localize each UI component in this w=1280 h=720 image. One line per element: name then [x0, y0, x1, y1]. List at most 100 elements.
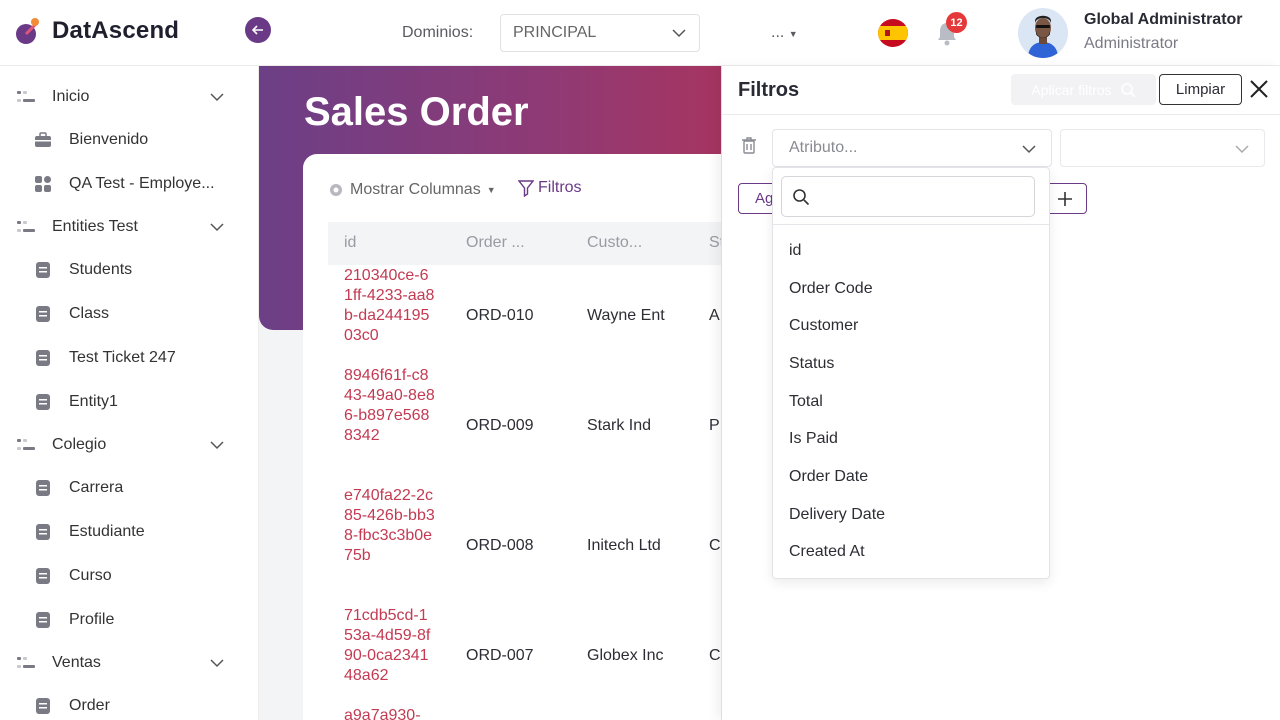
dropdown-option[interactable]: Customer — [789, 317, 858, 335]
row-status: A — [709, 307, 720, 324]
sidebar-item-label: Curso — [69, 567, 112, 584]
apply-filters-button[interactable]: Aplicar filtros — [1011, 74, 1156, 105]
show-columns-label: Mostrar Columnas — [350, 181, 481, 198]
sidebar-item-label: Carrera — [69, 479, 124, 496]
row-status: P — [709, 417, 720, 434]
chevron-down-icon — [1235, 145, 1249, 154]
sidebar-group-label: Colegio — [52, 436, 107, 453]
value-select[interactable] — [1060, 129, 1265, 167]
sidebar-item-label: Entity1 — [69, 393, 118, 410]
brand[interactable]: DatAscend — [14, 16, 179, 46]
collapse-sidebar-button[interactable] — [245, 17, 271, 43]
row-id-link[interactable]: 71cdb5cd-153a-4d59-8f90-0ca234148a62 — [344, 606, 436, 686]
column-header-id[interactable]: id — [344, 234, 356, 252]
row-order: ORD-007 — [466, 647, 534, 664]
close-icon[interactable] — [1247, 77, 1271, 101]
chevron-down-icon — [672, 29, 686, 38]
sidebar-item-test-ticket-247[interactable]: Test Ticket 247 — [0, 336, 258, 380]
row-order: ORD-008 — [466, 537, 534, 554]
document-icon — [36, 524, 50, 540]
sidebar-item-students[interactable]: Students — [0, 248, 258, 292]
domain-select[interactable]: PRINCIPAL — [500, 14, 700, 52]
sidebar-item-label: Test Ticket 247 — [69, 349, 176, 366]
sidebar-item-class[interactable]: Class — [0, 292, 258, 336]
filter-panel-title: Filtros — [738, 79, 800, 101]
menu-group-icon — [17, 221, 35, 232]
search-icon — [793, 189, 810, 206]
table-card: Mostrar Columnas ▼ Filtros id Order ... … — [303, 154, 721, 720]
row-status: C — [709, 537, 721, 554]
language-flag-icon[interactable] — [878, 19, 908, 47]
sidebar-group-inicio[interactable]: Inicio — [0, 75, 258, 119]
sidebar-item-label: Bienvenido — [69, 131, 149, 148]
row-customer: Globex Inc — [587, 647, 664, 664]
row-order: ORD-009 — [466, 417, 534, 434]
briefcase-icon — [35, 132, 51, 147]
sidebar-item-entity1[interactable]: Entity1 — [0, 380, 258, 424]
document-icon — [36, 394, 50, 410]
chevron-down-icon — [210, 93, 224, 102]
attribute-dropdown: id Order Code Customer Status Total Is P… — [772, 167, 1050, 579]
plus-icon — [1057, 191, 1072, 206]
sidebar-item-carrera[interactable]: Carrera — [0, 466, 258, 510]
sidebar-group-entities-test[interactable]: Entities Test — [0, 205, 258, 249]
sidebar-group-label: Ventas — [52, 654, 101, 671]
row-id-link[interactable]: e740fa22-2c85-426b-bb38-fbc3c3b0e75b — [344, 486, 436, 566]
sidebar-item-profile[interactable]: Profile — [0, 598, 258, 642]
show-columns-button[interactable]: Mostrar Columnas ▼ — [328, 181, 496, 199]
dropdown-option[interactable]: Order Code — [789, 280, 873, 298]
column-header-order[interactable]: Order ... — [466, 234, 525, 252]
chevron-down-icon — [210, 659, 224, 668]
dropdown-option[interactable]: Delivery Date — [789, 506, 885, 524]
dropdown-option[interactable]: Order Date — [789, 468, 868, 486]
divider — [773, 224, 1049, 225]
caret-down-icon: ▼ — [788, 29, 798, 39]
dropdown-option[interactable]: Total — [789, 393, 823, 411]
sidebar-group-colegio[interactable]: Colegio — [0, 423, 258, 467]
document-icon — [36, 612, 50, 628]
apply-filters-label: Aplicar filtros — [1031, 81, 1112, 98]
chevron-down-icon — [1022, 145, 1036, 154]
menu-group-icon — [17, 657, 35, 668]
row-status: C — [709, 647, 721, 664]
menu-group-icon — [17, 439, 35, 450]
document-icon — [36, 698, 50, 714]
sidebar-item-estudiante[interactable]: Estudiante — [0, 510, 258, 554]
sidebar-item-label: Students — [69, 261, 133, 278]
user-role: Administrator — [1084, 35, 1179, 52]
avatar[interactable] — [1018, 8, 1068, 58]
dropdown-option[interactable]: Status — [789, 355, 834, 373]
sidebar-item-label: Class — [69, 305, 110, 322]
sidebar-item-qa-test[interactable]: QA Test - Employe... — [0, 162, 258, 206]
table-header: id Order ... Custo... St — [328, 222, 721, 265]
row-customer: Wayne Ent — [587, 307, 665, 324]
dropdown-option[interactable]: id — [789, 242, 801, 260]
sidebar-item-curso[interactable]: Curso — [0, 554, 258, 598]
divider — [722, 114, 1280, 115]
more-menu[interactable]: ... ▼ — [771, 24, 798, 42]
dropdown-option[interactable]: Created At — [789, 543, 865, 561]
filters-label: Filtros — [538, 179, 582, 196]
filters-button[interactable]: Filtros — [518, 179, 582, 197]
sidebar-item-bienvenido[interactable]: Bienvenido — [0, 118, 258, 162]
attribute-placeholder: Atributo... — [789, 139, 858, 156]
caret-down-icon: ▼ — [486, 185, 496, 195]
dropdown-search-input[interactable] — [820, 177, 1030, 216]
sidebar-item-order[interactable]: Order — [0, 684, 258, 720]
sidebar-item-label: Order — [69, 697, 110, 714]
dropdown-search[interactable] — [781, 176, 1035, 217]
sidebar-group-ventas[interactable]: Ventas — [0, 641, 258, 685]
gear-icon — [330, 184, 342, 196]
row-id-link[interactable]: 210340ce-61ff-4233-aa8b-da24419503c0 — [344, 266, 436, 346]
row-id-link[interactable]: 8946f61f-c843-49a0-8e86-b897e5688342 — [344, 366, 436, 446]
main-content: Sales Order Mostrar Columnas ▼ Filtros i… — [259, 66, 721, 720]
dropdown-option[interactable]: Is Paid — [789, 430, 838, 448]
row-id-link[interactable]: a9a7a930- — [344, 706, 436, 720]
attribute-select[interactable]: Atributo... — [772, 129, 1052, 167]
trash-icon[interactable] — [741, 136, 757, 154]
column-header-status[interactable]: St — [709, 234, 721, 252]
column-header-customer[interactable]: Custo... — [587, 234, 642, 252]
sidebar: Inicio Bienvenido QA Test - Employe... E… — [0, 66, 259, 720]
clear-filters-button[interactable]: Limpiar — [1159, 74, 1242, 105]
logo-icon — [16, 18, 39, 44]
